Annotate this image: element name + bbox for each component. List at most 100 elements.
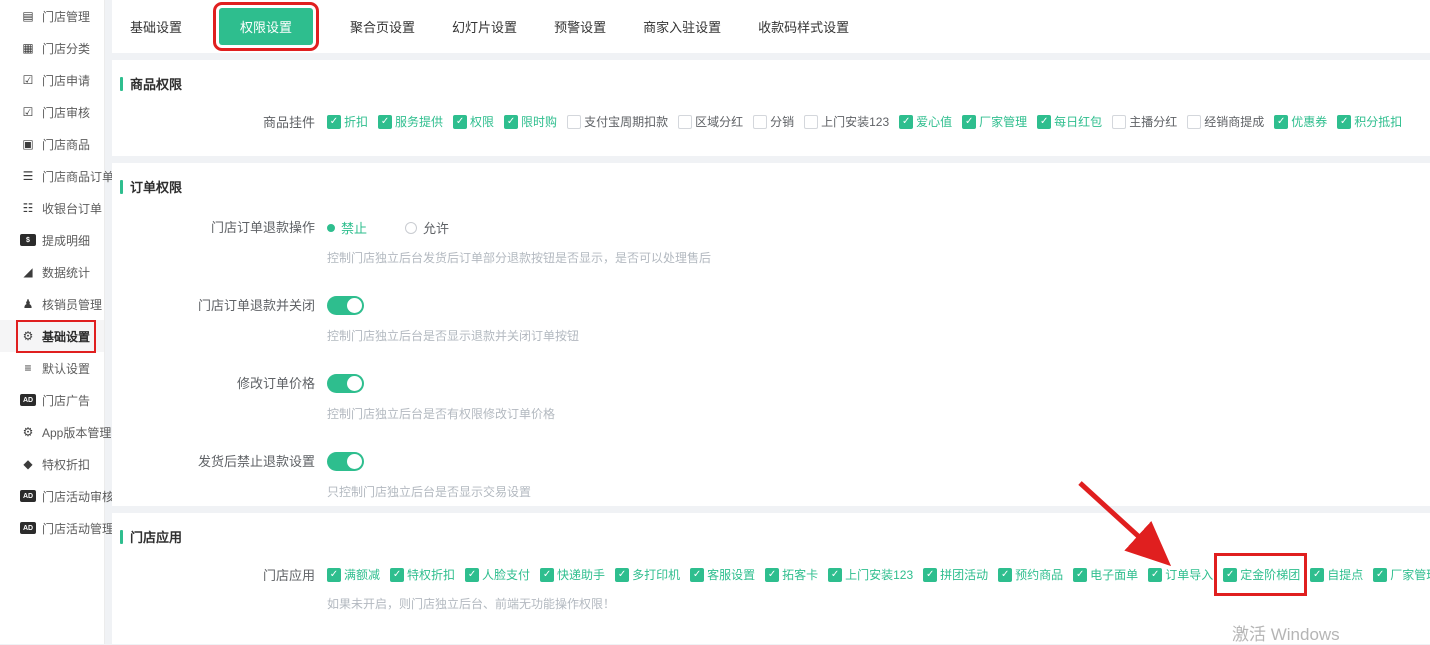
checkbox-item[interactable]: 拼团活动	[923, 566, 988, 583]
sidebar-item-16[interactable]: AD门店活动管理	[0, 512, 104, 544]
checkbox-item[interactable]: 限时购	[504, 113, 557, 130]
checkbox-checked-icon	[1274, 115, 1288, 129]
sidebar-item-5[interactable]: ☰门店商品订单	[0, 160, 104, 192]
checkbox-item[interactable]: 每日红包	[1037, 113, 1102, 130]
checkbox-item[interactable]: 多打印机	[615, 566, 680, 583]
sidebar-item-13[interactable]: ⚙App版本管理	[0, 416, 104, 448]
sidebar-item-12[interactable]: AD门店广告	[0, 384, 104, 416]
help-text: 控制门店独立后台是否显示退款并关闭订单按钮	[327, 327, 1430, 344]
order-setting-row: 门店订单退款操作禁止允许控制门店独立后台发货后订单部分退款按钮是否显示，是否可以…	[120, 218, 1430, 266]
checkbox-label: 上门安装123	[845, 566, 913, 583]
checkbox-label: 主播分红	[1129, 113, 1177, 130]
store-ad-icon: AD	[20, 394, 36, 406]
sidebar-item-4[interactable]: ▣门店商品	[0, 128, 104, 160]
sidebar-item-10[interactable]: ⚙基础设置	[0, 320, 104, 352]
sidebar-item-2[interactable]: ☑门店申请	[0, 64, 104, 96]
radio-option[interactable]: 禁止	[327, 218, 367, 237]
sidebar-item-7[interactable]: $提成明细	[0, 224, 104, 256]
toggle-switch-on[interactable]	[327, 296, 364, 315]
checkbox-item[interactable]: 权限	[453, 113, 494, 130]
checkbox-item[interactable]: 订单导入	[1148, 566, 1213, 583]
checkbox-label: 每日红包	[1054, 113, 1102, 130]
checkbox-item[interactable]: 快递助手	[540, 566, 605, 583]
checkbox-item[interactable]: 上门安装123	[828, 566, 913, 583]
checkbox-label: 积分抵扣	[1354, 113, 1402, 130]
sidebar-item-label: 门店分类	[42, 40, 90, 57]
checkbox-item[interactable]: 客服设置	[690, 566, 755, 583]
title-accent-bar	[120, 77, 123, 91]
checkbox-item[interactable]: 优惠券	[1274, 113, 1327, 130]
checkbox-checked-icon	[504, 115, 518, 129]
radio-option[interactable]: 允许	[405, 218, 449, 237]
checkbox-label: 服务提供	[395, 113, 443, 130]
toggle-switch-on[interactable]	[327, 452, 364, 471]
checkbox-item[interactable]: 分销	[753, 113, 794, 130]
checkbox-item[interactable]: 区域分红	[678, 113, 743, 130]
field-label: 门店订单退款并关闭	[120, 296, 315, 344]
sidebar-item-1[interactable]: ▦门店分类	[0, 32, 104, 64]
checkbox-label: 厂家管理	[1390, 566, 1430, 583]
statistics-icon: ◢	[20, 265, 36, 279]
checkbox-checked-icon	[540, 568, 554, 582]
tab-1[interactable]: 权限设置	[219, 8, 313, 45]
checkbox-item[interactable]: 主播分红	[1112, 113, 1177, 130]
tab-3[interactable]: 幻灯片设置	[452, 17, 517, 36]
checkbox-checked-icon	[327, 568, 341, 582]
tab-5[interactable]: 商家入驻设置	[643, 17, 721, 36]
help-text: 只控制门店独立后台是否显示交易设置	[327, 483, 1430, 500]
tab-bar: 基础设置 权限设置 聚合页设置 幻灯片设置 预警设置 商家入驻设置 收款码样式设置	[112, 0, 1430, 53]
checkbox-item[interactable]: 特权折扣	[390, 566, 455, 583]
sidebar-item-0[interactable]: ▤门店管理	[0, 0, 104, 32]
tab-4[interactable]: 预警设置	[554, 17, 606, 36]
radio-label: 禁止	[341, 218, 367, 237]
goods-widgets-row: 商品挂件 折扣服务提供权限限时购支付宝周期扣款区域分红分销上门安装123爱心值厂…	[120, 113, 1430, 132]
checkbox-item[interactable]: 拓客卡	[765, 566, 818, 583]
sidebar-item-label: 门店审核	[42, 104, 90, 121]
section-title-text: 门店应用	[130, 527, 182, 546]
section-goods-permissions: 商品权限 商品挂件 折扣服务提供权限限时购支付宝周期扣款区域分红分销上门安装12…	[112, 60, 1430, 156]
checkbox-item[interactable]: 预约商品	[998, 566, 1063, 583]
checkbox-item[interactable]: 自提点	[1310, 566, 1363, 583]
checkbox-item[interactable]: 经销商提成	[1187, 113, 1264, 130]
store-icon: ▤	[20, 9, 36, 23]
sidebar-item-14[interactable]: ◆特权折扣	[0, 448, 104, 480]
help-text: 如果未开启，则门店独立后台、前端无功能操作权限！	[327, 595, 1430, 612]
cashier-order-icon: ☷	[20, 201, 36, 215]
checkbox-item[interactable]: 定金阶梯团	[1223, 566, 1300, 583]
sidebar-item-3[interactable]: ☑门店审核	[0, 96, 104, 128]
checkbox-item[interactable]: 满额减	[327, 566, 380, 583]
checkbox-item[interactable]: 上门安装123	[804, 113, 889, 130]
checkbox-item[interactable]: 支付宝周期扣款	[567, 113, 668, 130]
privilege-tag-icon: ◆	[20, 457, 36, 471]
tab-2[interactable]: 聚合页设置	[350, 17, 415, 36]
checkbox-checked-icon	[1148, 568, 1162, 582]
toggle-switch-on[interactable]	[327, 374, 364, 393]
sidebar-item-11[interactable]: ≡默认设置	[0, 352, 104, 384]
checkbox-checked-icon	[765, 568, 779, 582]
sidebar-item-label: 门店商品订单	[42, 168, 114, 185]
checkbox-item[interactable]: 厂家管理	[962, 113, 1027, 130]
checkbox-item[interactable]: 电子面单	[1073, 566, 1138, 583]
sidebar-item-label: 门店申请	[42, 72, 90, 89]
title-accent-bar	[120, 530, 123, 544]
checkbox-item[interactable]: 服务提供	[378, 113, 443, 130]
checkbox-item[interactable]: 厂家管理	[1373, 566, 1430, 583]
checkbox-checked-icon	[998, 568, 1012, 582]
tab-6[interactable]: 收款码样式设置	[758, 17, 849, 36]
field-label-store-apps: 门店应用	[120, 566, 315, 612]
store-apps-row: 门店应用 满额减特权折扣人脸支付快递助手多打印机客服设置拓客卡 上门安装123 拼团…	[120, 566, 1430, 612]
section-order-permissions: 订单权限 门店订单退款操作禁止允许控制门店独立后台发货后订单部分退款按钮是否显示…	[112, 163, 1430, 506]
section-title-text: 订单权限	[130, 177, 182, 196]
sidebar-item-9[interactable]: ♟核销员管理	[0, 288, 104, 320]
checkbox-item[interactable]: 积分抵扣	[1337, 113, 1402, 130]
sidebar-item-8[interactable]: ◢数据统计	[0, 256, 104, 288]
sidebar-item-label: 门店商品	[42, 136, 90, 153]
checkbox-item[interactable]: 爱心值	[899, 113, 952, 130]
checkbox-unchecked-icon	[804, 115, 818, 129]
tab-0[interactable]: 基础设置	[130, 17, 182, 36]
section-title-apps: 门店应用	[120, 513, 1430, 546]
sidebar-item-15[interactable]: AD门店活动审核	[0, 480, 104, 512]
sidebar-item-6[interactable]: ☷收银台订单	[0, 192, 104, 224]
checkbox-item[interactable]: 人脸支付	[465, 566, 530, 583]
checkbox-item[interactable]: 折扣	[327, 113, 368, 130]
